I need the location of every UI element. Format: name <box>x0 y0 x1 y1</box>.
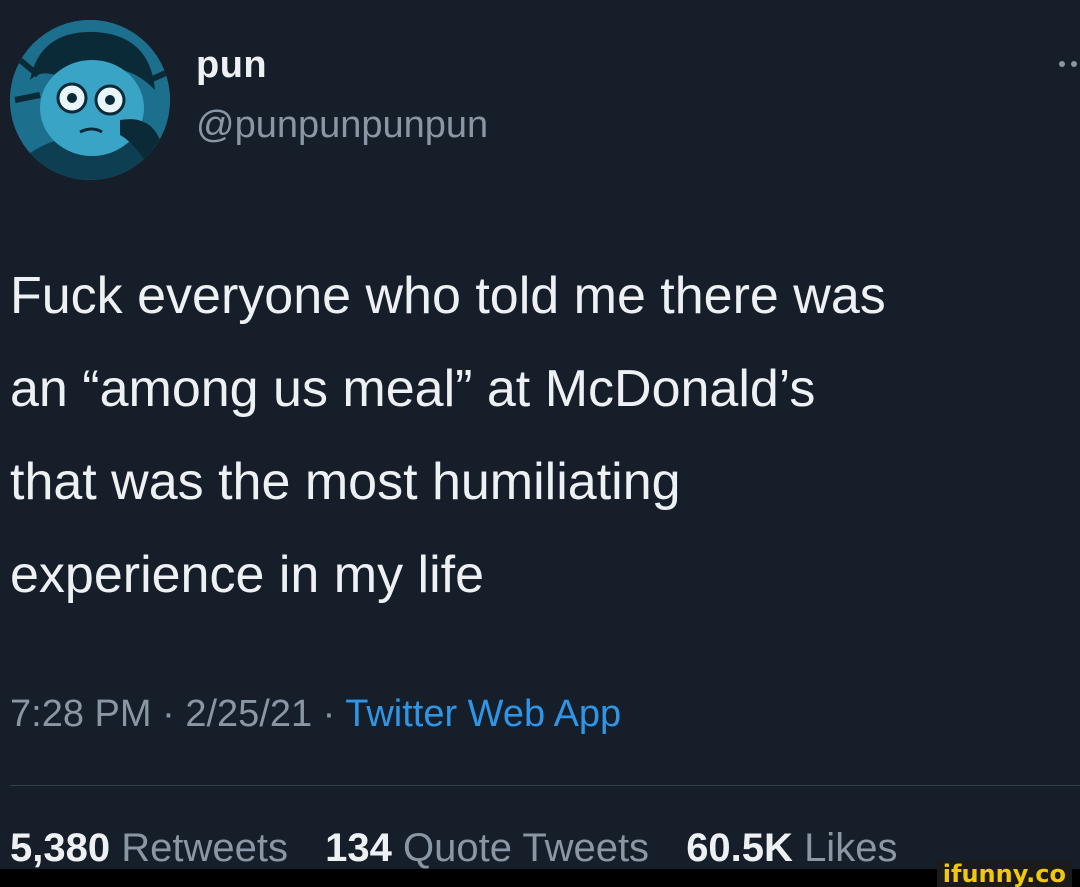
quotes-count: 134 <box>325 826 392 870</box>
meta-separator: · <box>322 693 336 735</box>
tweet-time[interactable]: 7:28 PM <box>10 693 152 735</box>
retweets-stat[interactable]: 5,380 Retweets <box>10 826 288 870</box>
cartoon-avatar-icon <box>10 20 170 180</box>
user-handle[interactable]: @punpunpunpun <box>196 104 488 147</box>
tweet-date[interactable]: 2/25/21 <box>185 693 312 735</box>
tweet-source-link[interactable]: Twitter Web App <box>345 693 621 735</box>
tweet-stats: 5,380 Retweets 134 Quote Tweets 60.5K Li… <box>10 826 897 871</box>
tweet-card: pun @punpunpunpun Fuck everyone who told… <box>0 0 1080 887</box>
tweet-text: Fuck everyone who told me there was an “… <box>10 267 886 604</box>
display-name[interactable]: pun <box>196 44 267 87</box>
watermark-bar <box>0 869 1080 887</box>
quotes-label: Quote Tweets <box>402 826 650 870</box>
retweets-label: Retweets <box>121 826 288 870</box>
quote-tweets-stat[interactable]: 134 Quote Tweets <box>325 826 649 870</box>
likes-stat[interactable]: 60.5K Likes <box>686 826 897 870</box>
ifunny-watermark: ifunny.co <box>936 861 1072 887</box>
likes-count: 60.5K <box>686 826 793 870</box>
meta-separator: · <box>162 693 175 735</box>
avatar[interactable] <box>10 20 170 180</box>
divider <box>10 785 1080 786</box>
tweet-meta: 7:28 PM · 2/25/21 · Twitter Web App <box>10 693 621 736</box>
likes-label: Likes <box>804 826 898 870</box>
more-options-icon[interactable] <box>1056 58 1080 70</box>
retweets-count: 5,380 <box>10 826 111 870</box>
